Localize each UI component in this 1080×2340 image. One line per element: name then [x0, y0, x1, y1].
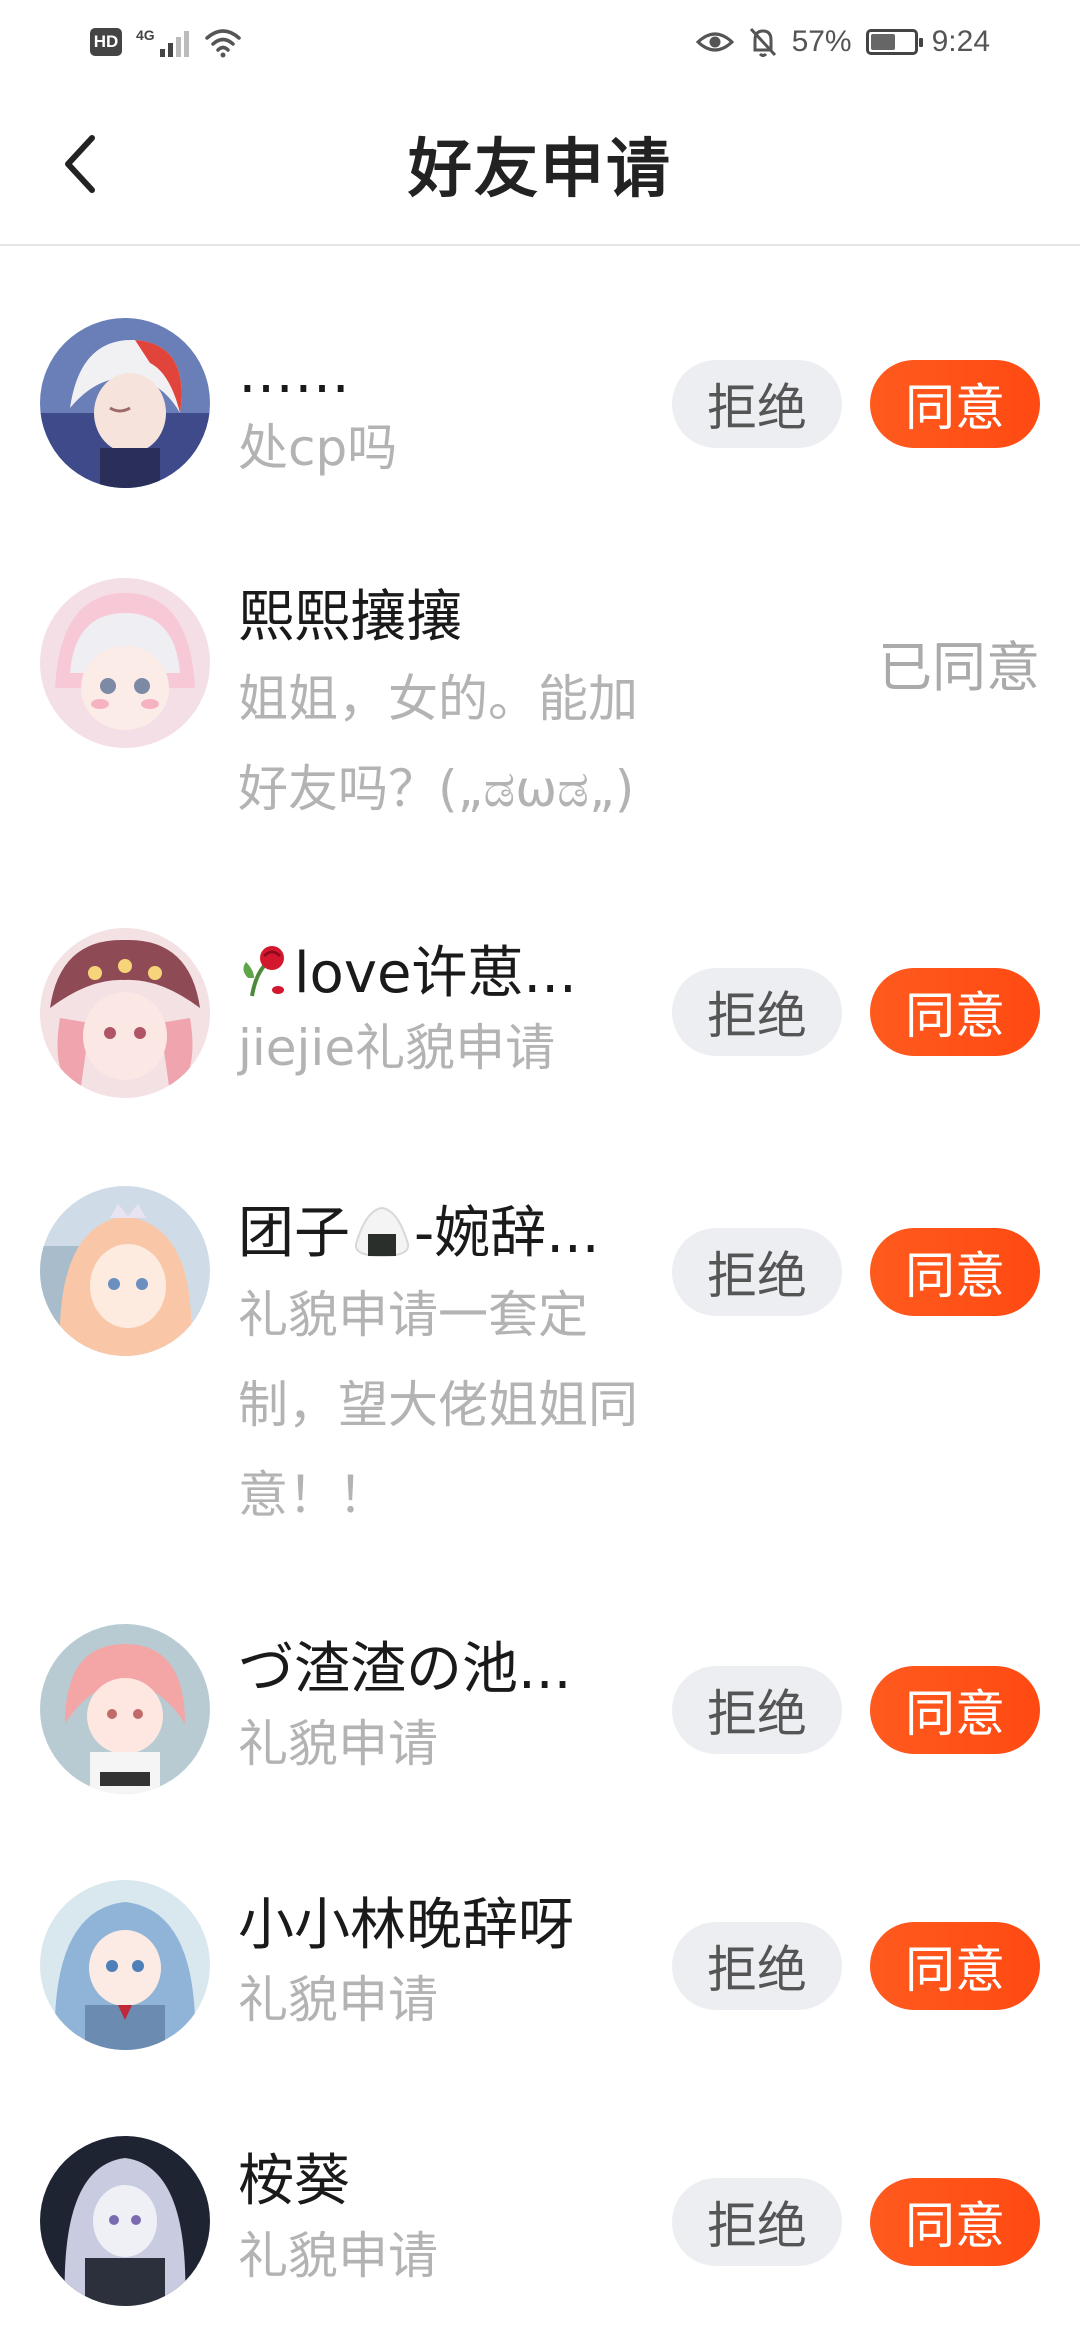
accept-button[interactable]: 同意 — [870, 1922, 1040, 2010]
requester-name-after: -婉辞... — [414, 1201, 600, 1266]
requester-name: 小小林晚辞呀 — [238, 1893, 574, 1958]
reject-button[interactable]: 拒绝 — [672, 968, 842, 1056]
battery-level — [870, 34, 895, 50]
avatar[interactable] — [40, 578, 210, 748]
wifi-icon — [204, 29, 241, 58]
header-bar: 好友申请 — [0, 84, 1080, 246]
requester-name: 熙熙攘攘 — [238, 585, 462, 650]
request-message: 礼貌申请 — [238, 1971, 438, 2029]
accepted-status: 已同意 — [878, 635, 1040, 699]
network-type: 4G — [136, 27, 155, 43]
avatar[interactable] — [40, 318, 210, 488]
status-bar: HD 4G 57% 9:24 — [0, 0, 1080, 84]
avatar[interactable] — [40, 1624, 210, 1794]
reject-button[interactable]: 拒绝 — [672, 2178, 842, 2266]
rice-ball-emoji-icon — [354, 1206, 410, 1258]
reject-button[interactable]: 拒绝 — [672, 1922, 842, 2010]
avatar[interactable] — [40, 1186, 210, 1356]
accept-button[interactable]: 同意 — [870, 360, 1040, 448]
requester-name: 桉葵 — [238, 2149, 350, 2214]
requester-name-text: love许葸... — [294, 941, 577, 1006]
reject-button[interactable]: 拒绝 — [672, 1666, 842, 1754]
requester-name: …… — [238, 341, 350, 406]
accept-button[interactable]: 同意 — [870, 2178, 1040, 2266]
request-message: 姐姐，女的。能加好友吗？(„ಡωಡ„) — [238, 670, 638, 818]
requester-name-before: 团子 — [238, 1201, 350, 1266]
mute-bell-icon — [749, 27, 776, 57]
signal-icon: 4G — [136, 27, 189, 57]
battery-percent: 57% — [791, 25, 852, 58]
rose-emoji-icon — [243, 946, 284, 997]
request-message: 礼貌申请 — [238, 2227, 438, 2285]
accept-button[interactable]: 同意 — [870, 1666, 1040, 1754]
requester-name: love许葸... — [238, 938, 658, 1010]
requester-name: 团子 -婉辞... — [238, 1198, 658, 1270]
request-message: 处cp吗 — [238, 419, 398, 477]
request-message: 礼貌申请一套定制，望大佬姐姐同意！！ — [238, 1286, 638, 1524]
page-title: 好友申请 — [408, 133, 672, 207]
request-message: 礼貌申请 — [238, 1715, 438, 1773]
avatar[interactable] — [40, 928, 210, 1098]
requester-name: づ渣渣の池... — [238, 1637, 572, 1702]
reject-button[interactable]: 拒绝 — [672, 360, 842, 448]
status-left: HD 4G — [90, 26, 243, 58]
back-button[interactable] — [50, 124, 110, 204]
clock: 9:24 — [931, 25, 990, 58]
hd-icon: HD — [90, 28, 122, 56]
accept-button[interactable]: 同意 — [870, 1228, 1040, 1316]
eye-comfort-icon — [695, 32, 734, 52]
reject-button[interactable]: 拒绝 — [672, 1228, 842, 1316]
request-message: jiejie礼貌申请 — [238, 1019, 556, 1077]
chevron-left-icon — [65, 135, 95, 193]
avatar[interactable] — [40, 2136, 210, 2306]
accept-button[interactable]: 同意 — [870, 968, 1040, 1056]
avatar[interactable] — [40, 1880, 210, 2050]
status-right: 57% 9:24 — [695, 25, 990, 59]
battery-icon — [865, 29, 923, 55]
